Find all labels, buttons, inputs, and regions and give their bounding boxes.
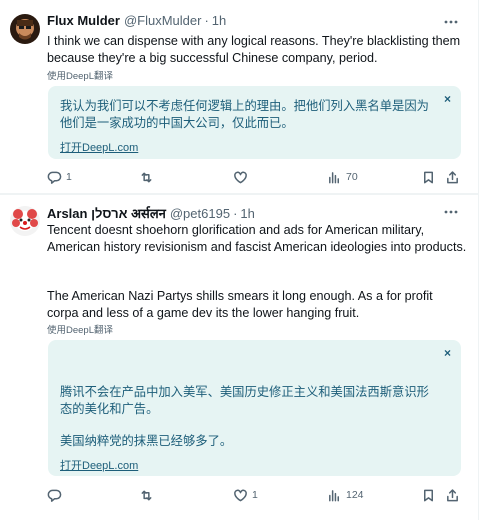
tweet-actions: 1 70	[47, 168, 467, 186]
open-deepl-link[interactable]: 打开DeepL.com	[60, 139, 138, 155]
retweet-icon	[141, 490, 152, 500]
reply-count: 1	[66, 171, 72, 183]
reply-icon	[47, 171, 62, 184]
views-icon	[329, 489, 339, 501]
tweet-header: Flux Mulder @FluxMulder · 1h	[47, 13, 226, 31]
share-icon	[447, 488, 458, 501]
views-icon	[329, 171, 339, 183]
like-count: 1	[252, 489, 258, 501]
reply-button[interactable]	[47, 486, 66, 504]
open-deepl-link[interactable]: 打开DeepL.com	[60, 457, 138, 473]
translation-text: 我认为我们可以不考虑任何逻辑上的理由。把他们列入黑名单是因为他们是一家成功的中国…	[60, 99, 429, 130]
translated-by-label[interactable]: 使用DeepL翻译	[47, 322, 113, 336]
avatar[interactable]	[10, 206, 40, 236]
timestamp[interactable]: 1h	[212, 13, 226, 28]
tweet-text-paragraph: The American Nazi Partys shills smears i…	[47, 289, 433, 320]
close-icon[interactable]: ×	[444, 92, 451, 106]
tweet-text-paragraph: Tencent doesnt shoehorn glorification an…	[47, 223, 467, 254]
translation-card: 我认为我们可以不考虑任何逻辑上的理由。把他们列入黑名单是因为他们是一家成功的中国…	[48, 86, 461, 159]
tweet-header: Arslan ארסלן अर्सलन @pet6195 · 1h	[47, 204, 255, 222]
like-icon	[234, 489, 247, 501]
retweet-button[interactable]	[139, 486, 158, 504]
separator: ·	[204, 13, 209, 28]
more-icon[interactable]	[442, 13, 460, 31]
views-count: 124	[346, 489, 364, 501]
share-button[interactable]	[445, 486, 464, 504]
views-button[interactable]: 124	[327, 486, 364, 504]
bookmark-button[interactable]	[421, 486, 440, 504]
author-handle[interactable]: @pet6195	[170, 206, 230, 221]
timestamp[interactable]: 1h	[240, 206, 254, 221]
like-button[interactable]	[233, 168, 252, 186]
translation-text: 美国纳粹党的抹黑已经够多了。	[60, 434, 233, 448]
share-button[interactable]	[445, 168, 464, 186]
bookmark-icon	[424, 489, 433, 501]
close-icon[interactable]: ×	[444, 346, 451, 360]
translation-card: 腾讯不会在产品中加入美军、美国历史修正主义和美国法西斯意识形态的美化和广告。 美…	[48, 340, 461, 476]
timeline: Flux Mulder @FluxMulder · 1h I think we …	[0, 0, 479, 520]
author-name[interactable]: Arslan ארסלן अर्सलन	[47, 204, 166, 222]
separator: ·	[233, 206, 238, 221]
author-name[interactable]: Flux Mulder	[47, 13, 120, 28]
like-button[interactable]: 1	[233, 486, 258, 504]
tweet-text: I think we can dispense with any logical…	[47, 34, 461, 65]
author-handle[interactable]: @FluxMulder	[124, 13, 202, 28]
bookmark-icon	[424, 171, 433, 183]
tweet-actions: 1 124	[47, 486, 467, 504]
reply-button[interactable]: 1	[47, 168, 72, 186]
more-icon[interactable]	[442, 203, 460, 221]
translated-by-label[interactable]: 使用DeepL翻译	[47, 68, 113, 82]
share-icon	[447, 170, 458, 183]
retweet-icon	[141, 172, 152, 182]
views-count: 70	[346, 171, 358, 183]
views-button[interactable]: 70	[327, 168, 358, 186]
avatar[interactable]	[10, 14, 40, 44]
reply-icon	[47, 489, 62, 502]
retweet-button[interactable]	[139, 168, 158, 186]
divider	[0, 194, 479, 195]
bookmark-button[interactable]	[421, 168, 440, 186]
translation-text: 腾讯不会在产品中加入美军、美国历史修正主义和美国法西斯意识形态的美化和广告。	[60, 385, 429, 416]
like-icon	[234, 171, 247, 183]
